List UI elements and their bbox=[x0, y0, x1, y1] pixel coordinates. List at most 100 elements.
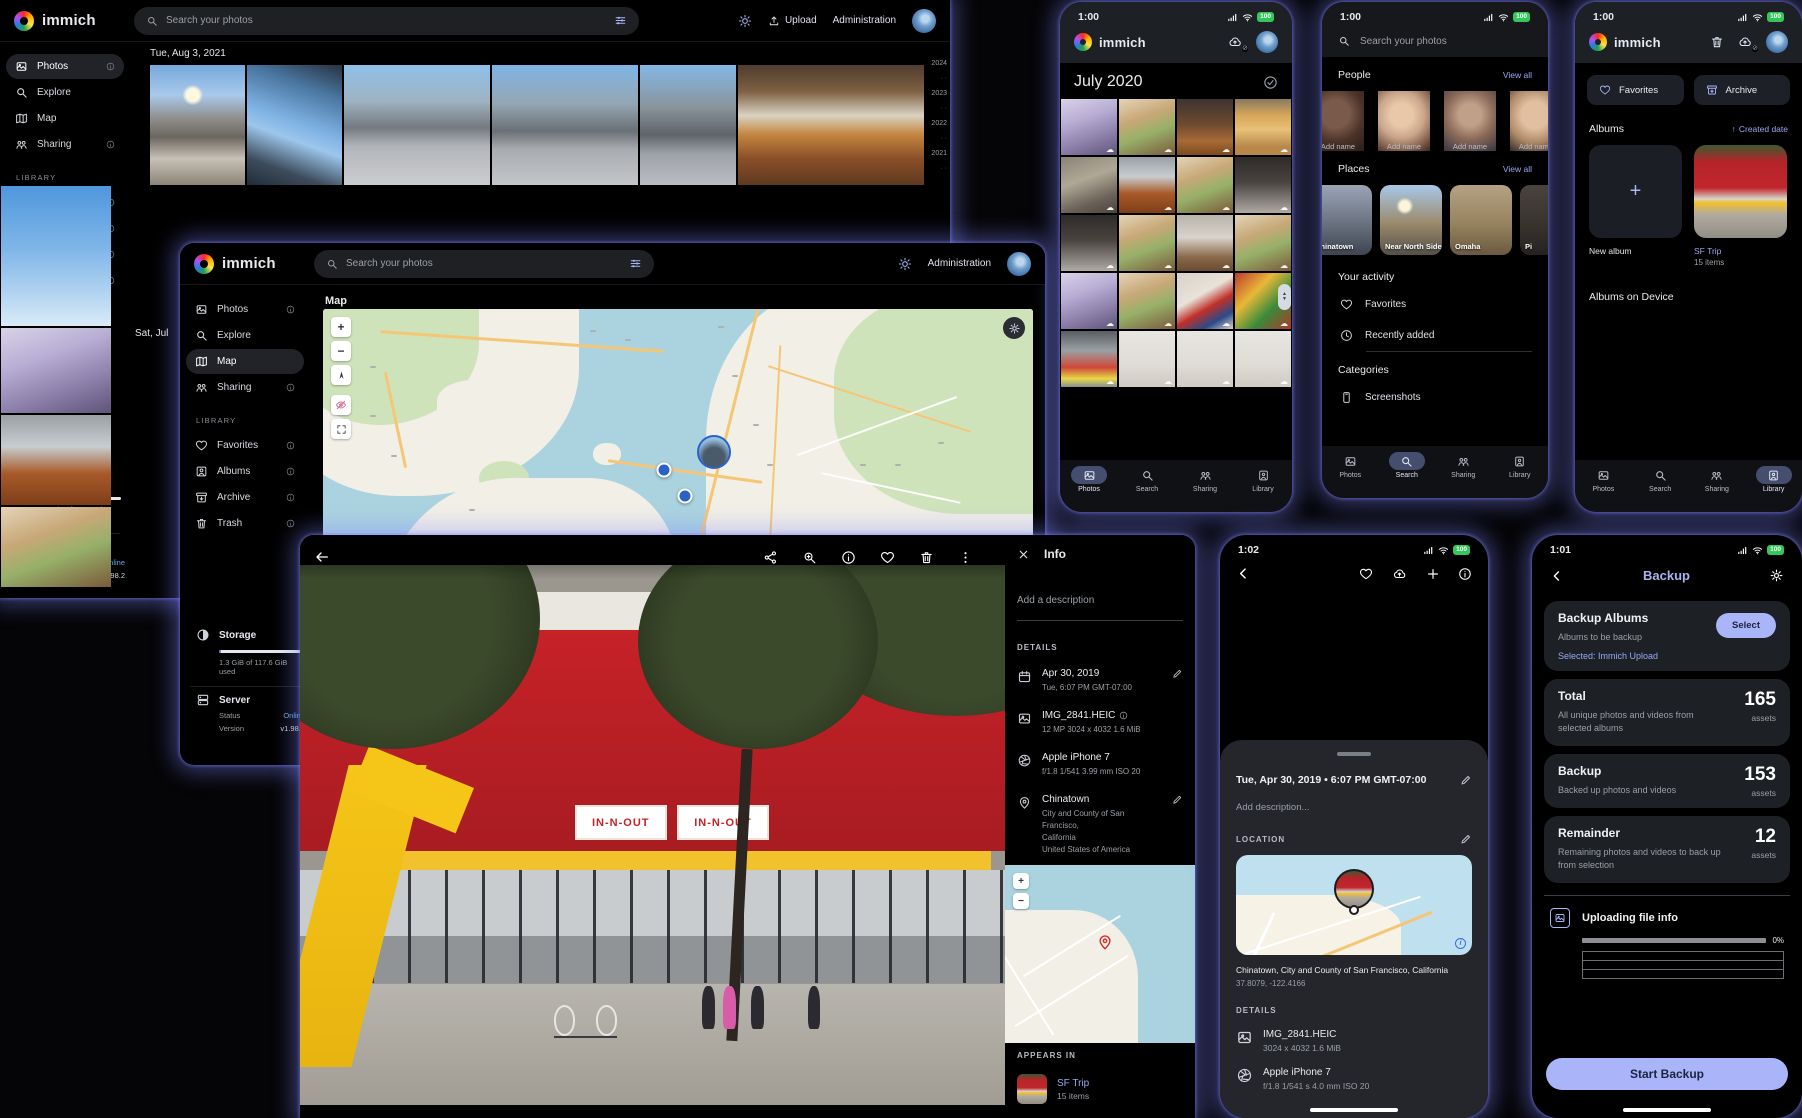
places-view-all-link[interactable]: View all bbox=[1503, 164, 1532, 174]
person-item[interactable]: Add name bbox=[1322, 91, 1364, 151]
select-all-check-icon[interactable] bbox=[1263, 75, 1278, 90]
nav-tab[interactable]: Library bbox=[1756, 466, 1792, 493]
photo-thumbnail[interactable] bbox=[150, 65, 245, 185]
info-icon[interactable] bbox=[841, 550, 856, 565]
add-to-album-plus-icon[interactable] bbox=[1426, 567, 1440, 581]
photo-thumbnail[interactable] bbox=[247, 65, 342, 185]
photo-thumbnail[interactable]: ☁ bbox=[1119, 273, 1175, 329]
cloud-sync-icon[interactable] bbox=[1226, 35, 1244, 49]
photo-thumbnail[interactable]: ☁ bbox=[1119, 99, 1175, 155]
back-arrow-icon[interactable] bbox=[314, 549, 330, 565]
new-album-tile[interactable]: + bbox=[1589, 145, 1682, 238]
map-cluster-marker[interactable] bbox=[656, 462, 671, 477]
map-fullscreen-button[interactable] bbox=[331, 419, 351, 439]
search-input[interactable]: Search your photos bbox=[1322, 25, 1548, 57]
sidebar-item[interactable]: Albums bbox=[186, 459, 304, 484]
photo-thumbnail[interactable] bbox=[1, 328, 111, 413]
map-cluster-marker[interactable] bbox=[678, 489, 693, 504]
photo-thumbnail[interactable]: ☁ bbox=[1177, 273, 1233, 329]
map-zoom-out-button[interactable]: − bbox=[331, 341, 351, 361]
category-item[interactable]: Screenshots bbox=[1322, 382, 1548, 413]
sidebar-item[interactable]: Explore bbox=[6, 80, 124, 105]
map-zoom-in-button[interactable]: + bbox=[331, 317, 351, 337]
sidebar-item[interactable]: Archive bbox=[186, 485, 304, 510]
map-attribution-info-icon[interactable]: i bbox=[1455, 938, 1466, 949]
album-link-row[interactable]: SF Trip 15 items bbox=[1017, 1074, 1183, 1104]
theme-toggle-sun-icon[interactable] bbox=[738, 14, 752, 28]
map-photo-marker[interactable] bbox=[697, 435, 731, 469]
activity-item[interactable]: Favorites bbox=[1322, 289, 1548, 320]
search-input[interactable]: Search your photos bbox=[314, 250, 654, 278]
photo-thumbnail[interactable]: ☁ bbox=[1235, 157, 1291, 213]
back-chevron-icon[interactable] bbox=[1550, 569, 1564, 583]
photo-thumbnail[interactable]: ☁ bbox=[1235, 331, 1291, 387]
people-view-all-link[interactable]: View all bbox=[1503, 70, 1532, 80]
cloud-upload-icon[interactable] bbox=[1391, 567, 1408, 581]
sidebar-item[interactable]: Photos bbox=[186, 297, 304, 322]
nav-tab[interactable]: Photos bbox=[1332, 452, 1368, 479]
add-description-field[interactable]: Add description... bbox=[1236, 802, 1472, 813]
sidebar-item[interactable]: Map bbox=[186, 349, 304, 374]
filter-sliders-icon[interactable] bbox=[614, 14, 627, 27]
sidebar-item[interactable]: Photos bbox=[6, 54, 124, 79]
person-item[interactable]: Add name bbox=[1378, 91, 1430, 151]
sidebar-item[interactable]: Explore bbox=[186, 323, 304, 348]
filter-sliders-icon[interactable] bbox=[629, 257, 642, 270]
edit-pencil-icon[interactable] bbox=[1460, 774, 1472, 786]
upload-button[interactable]: Upload bbox=[768, 15, 817, 27]
photo-thumbnail[interactable]: ☁ bbox=[1177, 99, 1233, 155]
zoom-icon[interactable] bbox=[802, 550, 817, 565]
minimap-zoom-out[interactable]: − bbox=[1013, 893, 1029, 909]
minimap-zoom-in[interactable]: + bbox=[1013, 873, 1029, 889]
photo-thumbnail[interactable]: ☁ bbox=[1177, 215, 1233, 271]
user-avatar[interactable] bbox=[1766, 31, 1788, 53]
edit-pencil-icon[interactable] bbox=[1172, 794, 1183, 805]
info-icon[interactable] bbox=[1458, 567, 1472, 581]
photo-thumbnail[interactable]: ☁ bbox=[1235, 99, 1291, 155]
place-item[interactable]: Chinatown bbox=[1322, 185, 1372, 255]
photo-thumbnail[interactable] bbox=[1, 186, 111, 326]
photo-thumbnail[interactable]: ☁ bbox=[1061, 273, 1117, 329]
nav-tab[interactable]: Search bbox=[1129, 466, 1165, 493]
sidebar-item[interactable]: Trash bbox=[186, 511, 304, 536]
nav-tab[interactable]: Sharing bbox=[1699, 466, 1735, 493]
close-icon[interactable] bbox=[1017, 548, 1030, 561]
nav-tab[interactable]: Photos bbox=[1585, 466, 1621, 493]
favorites-button[interactable]: Favorites bbox=[1587, 75, 1684, 105]
person-item[interactable]: Add name bbox=[1444, 91, 1496, 151]
photo-thumbnail[interactable] bbox=[738, 65, 924, 185]
photo-thumbnail[interactable] bbox=[640, 65, 736, 185]
sidebar-item[interactable]: Sharing bbox=[6, 132, 124, 157]
select-button[interactable]: Select bbox=[1716, 613, 1776, 638]
photo-thumbnail[interactable]: ☁ bbox=[1061, 157, 1117, 213]
administration-link[interactable]: Administration bbox=[928, 258, 991, 269]
edit-pencil-icon[interactable] bbox=[1172, 668, 1183, 679]
nav-tab[interactable]: Search bbox=[1642, 466, 1678, 493]
photo-thumbnail[interactable] bbox=[492, 65, 638, 185]
user-avatar[interactable] bbox=[1256, 31, 1278, 53]
settings-gear-icon[interactable] bbox=[1769, 568, 1784, 583]
photo-thumbnail[interactable]: ☁ bbox=[1235, 215, 1291, 271]
start-backup-button[interactable]: Start Backup bbox=[1546, 1058, 1788, 1090]
cloud-sync-icon[interactable] bbox=[1736, 35, 1754, 49]
photo-thumbnail[interactable]: ☁ bbox=[1061, 331, 1117, 387]
sidebar-item[interactable]: Favorites bbox=[186, 433, 304, 458]
photo-thumbnail[interactable]: ☁ bbox=[1119, 157, 1175, 213]
map-locate-button[interactable] bbox=[331, 365, 351, 385]
administration-link[interactable]: Administration bbox=[833, 15, 896, 26]
place-item[interactable]: Near North Side bbox=[1380, 185, 1442, 255]
delete-trash-icon[interactable] bbox=[919, 550, 934, 565]
sheet-drag-handle[interactable] bbox=[1337, 752, 1371, 756]
share-icon[interactable] bbox=[763, 550, 778, 565]
album-name[interactable]: SF Trip bbox=[1694, 246, 1787, 256]
favorite-heart-icon[interactable] bbox=[880, 550, 895, 565]
photo-thumbnail[interactable]: ☁ bbox=[1177, 157, 1233, 213]
user-avatar[interactable] bbox=[1007, 252, 1031, 276]
more-menu-icon[interactable] bbox=[958, 550, 973, 565]
sidebar-item[interactable]: Sharing bbox=[186, 375, 304, 400]
map-settings-gear-icon[interactable] bbox=[1003, 317, 1025, 339]
theme-toggle-sun-icon[interactable] bbox=[898, 257, 912, 271]
user-avatar[interactable] bbox=[912, 9, 936, 33]
nav-tab[interactable]: Library bbox=[1245, 466, 1281, 493]
nav-tab[interactable]: Sharing bbox=[1187, 466, 1223, 493]
